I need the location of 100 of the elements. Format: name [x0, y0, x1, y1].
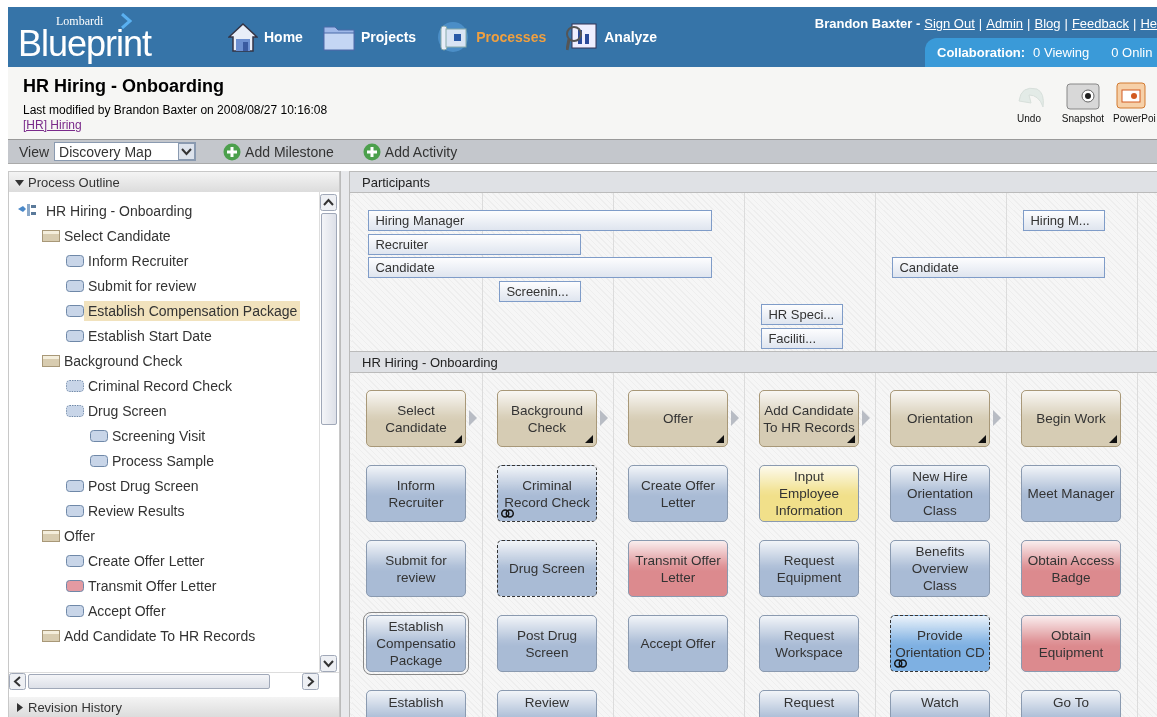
outline-item[interactable]: Offer [9, 523, 319, 548]
milestone-icon [42, 529, 60, 542]
milestone-card[interactable]: Begin Work [1021, 390, 1121, 447]
participant-bar[interactable]: HR Speci... [761, 304, 844, 325]
activity-card[interactable]: Watch [890, 690, 990, 717]
magnifier-chart-icon [566, 22, 599, 52]
expand-triangle-icon [15, 702, 24, 712]
scrollbar-thumb[interactable] [321, 213, 337, 425]
plus-icon [223, 142, 242, 161]
viewing-count: 0 Viewing [1033, 45, 1090, 60]
view-dropdown[interactable]: Discovery Map [54, 142, 197, 161]
milestone-icon [42, 229, 60, 242]
link-separator: | [1133, 16, 1137, 31]
nav-tab[interactable]: Home [228, 22, 303, 52]
outline-item[interactable]: Accept Offer [9, 598, 319, 623]
outline-item[interactable]: Screening Visit [9, 423, 319, 448]
expand-corner-icon [847, 435, 855, 443]
participant-bar[interactable]: Faciliti... [761, 327, 844, 349]
toolbar-action-button[interactable]: Snapshot [1059, 81, 1107, 124]
expand-corner-icon [716, 435, 724, 443]
header-link[interactable]: Sign Out [924, 16, 975, 31]
folder-icon [322, 23, 355, 51]
milestone-card[interactable]: Background Check [497, 390, 597, 447]
activity-card[interactable]: Provide Orientation CD [890, 615, 990, 672]
outline-item[interactable]: Submit for review [9, 273, 319, 298]
header-link[interactable]: Admin [986, 16, 1024, 31]
expand-corner-icon [1109, 435, 1117, 443]
nav-tab[interactable]: Projects [322, 23, 417, 51]
activity-card[interactable]: Transmit Offer Letter [628, 540, 728, 597]
outline-item[interactable]: Post Drug Screen [9, 473, 319, 498]
outline-item[interactable]: Criminal Record Check [9, 373, 319, 398]
header-link[interactable]: Blog [1034, 16, 1061, 31]
activity-card[interactable]: Inform Recruiter [366, 465, 466, 522]
panel-splitter[interactable] [340, 171, 350, 717]
activity-card[interactable]: New Hire Orientation Class [890, 465, 990, 522]
outline-item[interactable]: Establish Start Date [9, 323, 319, 348]
outline-item[interactable]: Create Offer Letter [9, 548, 319, 573]
activity-card[interactable]: Request Equipment [759, 540, 859, 597]
add-button[interactable]: Add Milestone [223, 142, 334, 161]
online-count: 0 Onlin [1111, 45, 1153, 60]
scrollbar-thumb[interactable] [28, 674, 270, 689]
participant-bar[interactable]: Hiring M... [1023, 210, 1106, 231]
house-icon [228, 22, 258, 52]
milestone-card[interactable]: Select Candidate [366, 390, 466, 447]
add-button[interactable]: Add Activity [362, 142, 458, 161]
milestone-card[interactable]: Orientation [890, 390, 990, 447]
activity-card[interactable]: Meet Manager [1021, 465, 1121, 522]
activity-card[interactable]: Accept Offer [628, 615, 728, 672]
milestone-card[interactable]: Add Candidate To HR Records [759, 390, 859, 447]
nav-tab[interactable]: Analyze [566, 22, 658, 52]
activity-card[interactable]: Request Workspace [759, 615, 859, 672]
activity-card[interactable]: Create Offer Letter [628, 465, 728, 522]
link-separator: | [978, 16, 983, 31]
activity-card[interactable]: Request [759, 690, 859, 717]
outline-item[interactable]: Process Sample [9, 448, 319, 473]
activity-card[interactable]: Go To [1021, 690, 1121, 717]
activity-card[interactable]: Establish [366, 690, 466, 717]
milestone-icon [42, 629, 60, 642]
last-modified-text: Last modified by Brandon Baxter on 2008/08/27 10:16:08 [23, 102, 328, 118]
toolbar-action-button[interactable]: PowerPoi [1113, 81, 1157, 124]
revision-history-header[interactable]: Revision History [9, 697, 339, 717]
activity-card[interactable]: Obtain Equipment [1021, 615, 1121, 672]
activity-card[interactable]: Establish Compensatio Package [366, 615, 466, 672]
activity-card[interactable]: Post Drug Screen [497, 615, 597, 672]
outline-item[interactable]: Select Candidate [9, 223, 319, 248]
collaboration-label: Collaboration: [937, 45, 1026, 60]
participant-bar[interactable]: Recruiter [368, 233, 582, 255]
outline-item[interactable]: Background Check [9, 348, 319, 373]
activity-card[interactable]: Input Employee Information [759, 465, 859, 522]
flow-arrow-icon [600, 410, 608, 426]
outline-item[interactable]: Review Results [9, 498, 319, 523]
header-link[interactable]: He [1140, 16, 1157, 31]
outline-item[interactable]: HR Hiring - Onboarding [9, 198, 319, 223]
participants-header: Participants [350, 172, 1157, 193]
header-link[interactable]: Feedback [1071, 16, 1129, 31]
breadcrumb-link[interactable]: [HR] Hiring [23, 118, 82, 133]
activity-card[interactable]: Obtain Access Badge [1021, 540, 1121, 597]
outline-item[interactable]: Drug Screen [9, 398, 319, 423]
outline-item[interactable]: Transmit Offer Letter [9, 573, 319, 598]
outline-item[interactable]: Inform Recruiter [9, 248, 319, 273]
activity-card[interactable]: Review [497, 690, 597, 717]
link-separator: | [1064, 16, 1068, 31]
chevron-icon [120, 13, 132, 29]
activity-card[interactable]: Drug Screen [497, 540, 597, 597]
flow-arrow-icon [862, 410, 870, 426]
participant-bar[interactable]: Screenin... [499, 280, 582, 302]
outline-item[interactable]: Add Candidate To HR Records [9, 623, 319, 648]
activity-card[interactable]: Benefits Overview Class [890, 540, 990, 597]
process-title: HR Hiring - Onboarding [23, 76, 224, 96]
activity-card[interactable]: Submit for review [366, 540, 466, 597]
participant-bar[interactable]: Hiring Manager [368, 210, 713, 231]
participant-bar[interactable]: Candidate [892, 257, 1106, 278]
scroll-right-icon [302, 673, 319, 690]
expand-corner-icon [454, 435, 462, 443]
outline-header[interactable]: Process Outline [9, 172, 339, 192]
scroll-left-icon [9, 673, 26, 690]
scroll-down-icon [320, 655, 337, 672]
milestone-card[interactable]: Offer [628, 390, 728, 447]
participant-bar[interactable]: Candidate [368, 257, 713, 278]
activity-card[interactable]: Criminal Record Check [497, 465, 597, 522]
